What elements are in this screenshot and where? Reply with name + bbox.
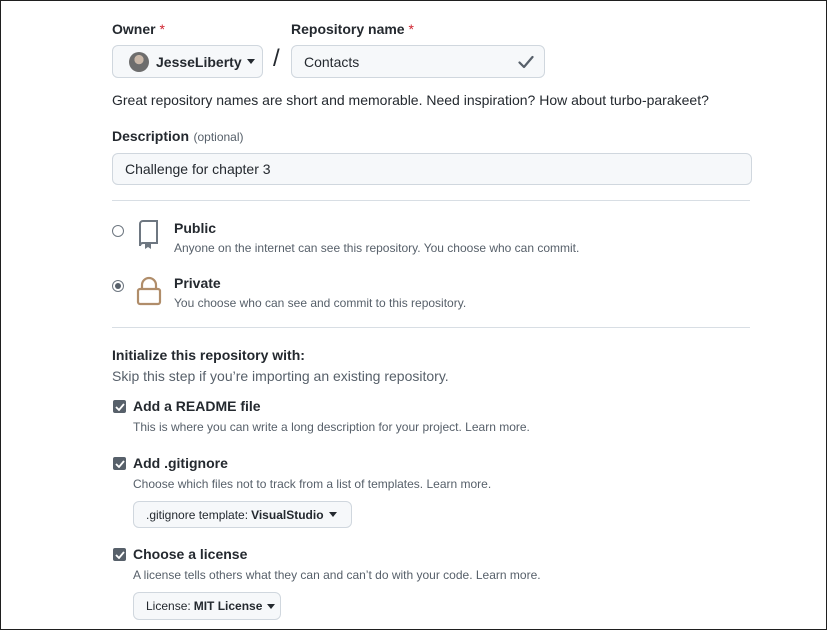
repo-name-label: Repository name * <box>291 21 414 37</box>
gitignore-checkbox[interactable] <box>113 457 126 470</box>
owner-dropdown[interactable]: JesseLiberty <box>112 45 263 78</box>
private-radio[interactable] <box>112 280 124 292</box>
init-heading: Initialize this repository with: <box>112 347 305 363</box>
avatar <box>129 51 149 72</box>
owner-label-text: Owner <box>112 21 156 37</box>
caret-down-icon <box>246 59 255 64</box>
caret-down-icon <box>267 603 276 609</box>
description-label-text: Description <box>112 128 190 144</box>
public-radio[interactable] <box>112 225 124 237</box>
gitignore-desc: Choose which files not to track from a l… <box>133 477 491 491</box>
divider <box>112 200 750 201</box>
gitignore-learn-more-link[interactable]: Learn more. <box>426 477 491 491</box>
readme-desc-text: This is where you can write a long descr… <box>133 420 462 434</box>
name-hint: Great repository names are short and mem… <box>112 92 709 108</box>
license-desc-text: A license tells others what they can and… <box>133 568 473 582</box>
readme-label: Add a README file <box>133 398 261 414</box>
repo-name-label-text: Repository name <box>291 21 405 37</box>
check-icon <box>518 55 534 69</box>
gitignore-select-value: VisualStudio <box>251 507 324 522</box>
license-select-prefix: License: <box>146 599 191 613</box>
optional-tag: (optional) <box>193 130 244 144</box>
gitignore-label: Add .gitignore <box>133 455 228 471</box>
license-desc: A license tells others what they can and… <box>133 568 541 582</box>
owner-name: JesseLiberty <box>156 53 242 70</box>
public-desc: Anyone on the internet can see this repo… <box>174 241 580 255</box>
gitignore-desc-text: Choose which files not to track from a l… <box>133 477 424 491</box>
repo-name-input[interactable]: Contacts <box>291 45 545 78</box>
license-select[interactable]: License: MIT License <box>133 592 281 620</box>
checkmark-icon <box>114 550 125 559</box>
divider <box>112 327 750 328</box>
private-desc: You choose who can see and commit to thi… <box>174 296 467 310</box>
required-mark: * <box>408 21 414 37</box>
owner-repo-separator: / <box>273 45 280 72</box>
gitignore-template-select[interactable]: .gitignore template: VisualStudio <box>133 501 352 528</box>
owner-label: Owner * <box>112 21 165 37</box>
init-subheading: Skip this step if you’re importing an ex… <box>112 368 449 384</box>
readme-checkbox[interactable] <box>113 400 126 413</box>
checkmark-icon <box>114 459 125 468</box>
repo-name-value: Contacts <box>304 53 360 70</box>
lock-icon <box>136 276 162 306</box>
readme-learn-more-link[interactable]: Learn more. <box>465 420 530 434</box>
required-mark: * <box>159 21 165 37</box>
caret-down-icon <box>328 512 337 517</box>
license-learn-more-link[interactable]: Learn more. <box>476 568 541 582</box>
license-select-value: MIT License <box>193 599 263 613</box>
gitignore-select-prefix: .gitignore template: <box>146 507 249 522</box>
description-label: Description (optional) <box>112 128 244 146</box>
readme-desc: This is where you can write a long descr… <box>133 420 530 434</box>
checkmark-icon <box>114 402 125 411</box>
license-checkbox[interactable] <box>113 548 126 561</box>
private-title: Private <box>174 275 221 291</box>
description-value: Challenge for chapter 3 <box>125 161 271 177</box>
public-title: Public <box>174 220 217 236</box>
license-label: Choose a license <box>133 546 248 562</box>
repo-icon <box>139 220 158 249</box>
description-input[interactable]: Challenge for chapter 3 <box>112 153 752 185</box>
